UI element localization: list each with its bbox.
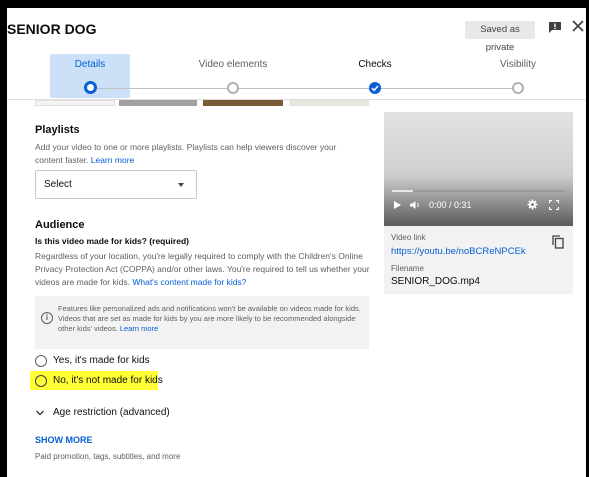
fullscreen-icon[interactable] (549, 200, 559, 210)
audience-heading: Audience (35, 219, 85, 231)
kids-info-box: i Features like personalized ads and not… (35, 296, 369, 349)
filename-label: Filename (391, 264, 424, 273)
chevron-down-icon (36, 410, 44, 416)
play-icon[interactable] (394, 201, 401, 209)
thumbnail-option[interactable] (119, 100, 197, 106)
show-more-button[interactable]: SHOW MORE (35, 435, 93, 445)
video-progress-fill (392, 190, 413, 192)
caret-down-icon (178, 183, 184, 187)
audience-description: Regardless of your location, you're lega… (35, 250, 371, 289)
playlist-select[interactable]: Select (35, 170, 197, 199)
what-is-made-for-kids-link[interactable]: What's content made for kids? (132, 277, 246, 287)
step-dot-details[interactable] (84, 81, 97, 94)
radio-not-made-for-kids-label[interactable]: No, it's not made for kids (53, 375, 163, 386)
step-dot-video-elements[interactable] (227, 82, 239, 94)
step-dot-checks[interactable] (369, 82, 381, 94)
age-restriction-label: Age restriction (advanced) (53, 407, 170, 418)
copy-icon[interactable] (552, 235, 564, 249)
playlists-description-text: Add your video to one or more playlists.… (35, 142, 337, 165)
thumbnail-option[interactable] (289, 100, 369, 106)
video-link[interactable]: https://youtu.be/noBCReNPCEk (391, 246, 526, 257)
playlists-heading: Playlists (35, 124, 80, 136)
upload-dialog: SENIOR DOG Saved as private Details Vide… (7, 8, 586, 477)
upload-stepper: Details Video elements Checks Visibility (7, 50, 586, 100)
video-time-display: 0:00 / 0:31 (429, 200, 472, 210)
kids-info-text-body: Features like personalized ads and notif… (58, 304, 361, 333)
check-icon (371, 85, 379, 92)
filename-value: SENIOR_DOG.mp4 (391, 276, 480, 287)
thumbnail-option[interactable] (203, 100, 283, 106)
tab-details[interactable]: Details (40, 59, 140, 70)
dialog-header: SENIOR DOG Saved as private (7, 8, 586, 53)
video-link-label: Video link (391, 233, 426, 242)
made-for-kids-question: Is this video made for kids? (required) (35, 236, 189, 246)
video-preview-card: 0:00 / 0:31 Video link https://youtu.be/… (384, 112, 573, 294)
thumbnail-option[interactable] (35, 100, 115, 106)
info-icon: i (41, 312, 53, 324)
video-progress-bar[interactable] (392, 190, 565, 192)
saved-status-badge: Saved as private (465, 21, 535, 53)
video-player[interactable]: 0:00 / 0:31 (384, 112, 573, 226)
tab-video-elements[interactable]: Video elements (183, 59, 283, 70)
gear-icon[interactable] (527, 199, 538, 210)
playlists-description: Add your video to one or more playlists.… (35, 141, 365, 167)
show-more-description: Paid promotion, tags, subtitles, and mor… (35, 452, 181, 461)
stepper-line (94, 88, 519, 89)
feedback-icon[interactable] (548, 21, 562, 33)
tab-visibility[interactable]: Visibility (468, 59, 568, 70)
close-icon[interactable] (571, 19, 585, 33)
kids-info-text: Features like personalized ads and notif… (58, 304, 363, 334)
tab-checks[interactable]: Checks (325, 59, 425, 70)
radio-made-for-kids[interactable] (35, 355, 47, 367)
step-dot-visibility[interactable] (512, 82, 524, 94)
dialog-title: SENIOR DOG (7, 21, 97, 37)
kids-info-learn-more-link[interactable]: Learn more (120, 324, 158, 333)
playlist-select-value: Select (44, 179, 72, 190)
radio-made-for-kids-label[interactable]: Yes, it's made for kids (53, 355, 150, 366)
playlists-learn-more-link[interactable]: Learn more (91, 155, 134, 165)
radio-not-made-for-kids[interactable] (35, 375, 47, 387)
volume-icon[interactable] (410, 200, 422, 210)
